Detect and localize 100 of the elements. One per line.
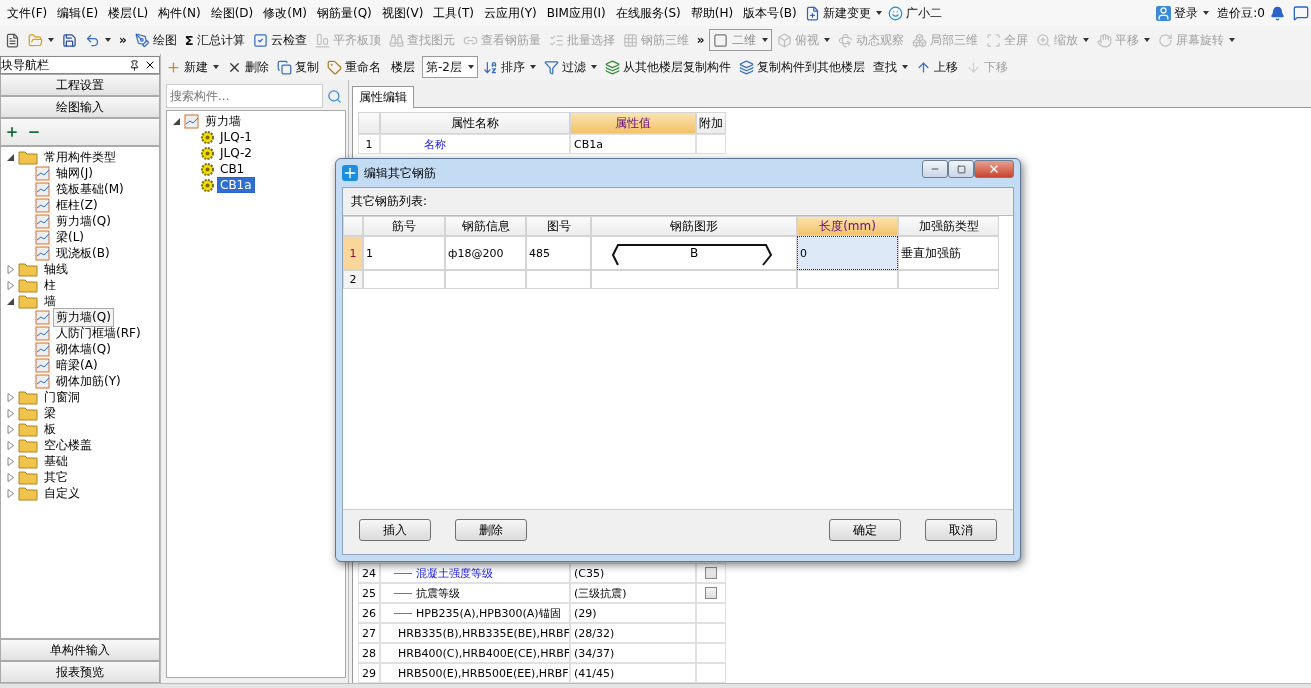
section-button[interactable]: 绘图输入 xyxy=(0,96,160,118)
column-header[interactable]: 钢筋图形 xyxy=(591,216,797,236)
table-cell[interactable] xyxy=(526,270,591,289)
toolbar-button[interactable]: 过滤 xyxy=(540,56,600,78)
property-value[interactable]: (29) xyxy=(570,603,696,623)
table-cell[interactable]: 0 xyxy=(797,236,898,270)
section-button[interactable]: 工程设置 xyxy=(0,74,160,96)
table-cell[interactable]: 1 xyxy=(363,236,445,270)
menu-item[interactable]: 在线服务(S) xyxy=(610,4,686,22)
toolbar-button[interactable]: 查找 xyxy=(869,56,911,78)
column-header[interactable]: 图号 xyxy=(526,216,591,236)
bell-icon[interactable] xyxy=(1270,5,1285,21)
maximize-button[interactable] xyxy=(948,160,974,178)
close-button[interactable] xyxy=(974,160,1014,178)
table-cell[interactable] xyxy=(363,270,445,289)
table-cell[interactable]: 485 xyxy=(526,236,591,270)
dialog-button[interactable]: 插入 xyxy=(359,519,431,541)
menu-item[interactable]: 工具(T) xyxy=(428,4,480,22)
property-value[interactable]: (34/37) xyxy=(570,643,696,663)
toolbar-button[interactable]: 删除 xyxy=(224,56,272,78)
tree-item[interactable]: 剪力墙(Q) xyxy=(53,307,114,327)
tab[interactable]: 属性编辑 xyxy=(352,86,414,108)
checkbox[interactable] xyxy=(705,587,717,599)
tree-item[interactable]: JLQ-2 xyxy=(217,145,255,161)
expand-all-icon[interactable] xyxy=(5,125,19,139)
menu-item[interactable]: 楼层(L) xyxy=(103,4,154,22)
view-select[interactable]: 第-2层 xyxy=(422,56,478,78)
column-header[interactable]: 属性值 xyxy=(570,112,696,134)
expanded-arrow-icon[interactable] xyxy=(173,116,181,126)
menu-item[interactable]: 版本号(B) xyxy=(738,4,802,22)
overflow-button[interactable]: » xyxy=(693,31,708,49)
collapsed-arrow-icon[interactable] xyxy=(7,472,15,482)
menu-item[interactable]: 构件(N) xyxy=(153,4,206,22)
property-value[interactable]: (28/32) xyxy=(570,623,696,643)
property-value[interactable]: (三级抗震) xyxy=(570,583,696,603)
table-cell[interactable] xyxy=(445,270,526,289)
collapsed-arrow-icon[interactable] xyxy=(7,456,15,466)
login-button[interactable]: 登录 xyxy=(1153,2,1213,24)
property-value[interactable]: CB1a xyxy=(570,134,696,154)
row-number[interactable]: 2 xyxy=(343,270,363,289)
menu-button[interactable]: 新建变更 xyxy=(801,2,885,24)
tree-item[interactable]: 剪力墙 xyxy=(202,111,244,131)
table-cell[interactable] xyxy=(797,270,898,289)
table-cell[interactable]: ф18@200 xyxy=(445,236,526,270)
table-cell[interactable] xyxy=(591,270,797,289)
collapsed-arrow-icon[interactable] xyxy=(7,392,15,402)
toolbar-button[interactable]: 复制 xyxy=(274,56,322,78)
property-value[interactable]: (41/45) xyxy=(570,663,696,683)
column-header[interactable]: 加强筋类型 xyxy=(898,216,999,236)
table-cell[interactable] xyxy=(898,270,999,289)
search-icon[interactable] xyxy=(327,88,342,104)
column-header[interactable]: 属性名称 xyxy=(380,112,570,134)
column-header[interactable]: 长度(mm) xyxy=(797,216,898,236)
column-header[interactable]: 附加 xyxy=(696,112,726,134)
menu-button[interactable]: 广小二 xyxy=(884,2,945,24)
tree-item[interactable]: CB1 xyxy=(217,161,248,177)
checkbox[interactable] xyxy=(705,567,717,579)
property-value[interactable]: (C35) xyxy=(570,563,696,583)
menu-item[interactable]: 绘图(D) xyxy=(205,4,259,22)
toolbar-button[interactable]: 绘图 xyxy=(131,29,180,51)
menu-item[interactable]: 文件(F) xyxy=(2,4,53,22)
pin-icon[interactable] xyxy=(129,59,140,71)
toolbar-button[interactable]: 复制构件到其他楼层 xyxy=(735,56,868,78)
toolbar-button[interactable]: 云检查 xyxy=(249,29,310,51)
row-number[interactable]: 1 xyxy=(343,236,363,270)
collapsed-arrow-icon[interactable] xyxy=(7,424,15,434)
menu-item[interactable]: 编辑(E) xyxy=(52,4,104,22)
menu-item[interactable]: BIM应用(I) xyxy=(541,4,611,22)
collapsed-arrow-icon[interactable] xyxy=(7,488,15,498)
toolbar-button[interactable]: 从其他楼层复制构件 xyxy=(601,56,734,78)
column-header[interactable]: 钢筋信息 xyxy=(445,216,526,236)
chat-icon[interactable] xyxy=(1293,5,1309,21)
collapsed-arrow-icon[interactable] xyxy=(7,264,15,274)
menu-item[interactable]: 云应用(Y) xyxy=(479,4,542,22)
expanded-arrow-icon[interactable] xyxy=(7,152,15,162)
collapsed-arrow-icon[interactable] xyxy=(7,440,15,450)
column-header[interactable]: 筋号 xyxy=(363,216,445,236)
toolbar-button[interactable]: 排序 xyxy=(479,56,539,78)
toolbar-button[interactable]: Σ 汇总计算 xyxy=(181,29,248,51)
menu-item[interactable]: 钢筋量(Q) xyxy=(311,4,377,22)
toolbar-button[interactable]: 上移 xyxy=(912,56,961,78)
table-cell[interactable]: 垂直加强筋 xyxy=(898,236,999,270)
search-field[interactable]: 搜索构件... xyxy=(166,84,323,108)
menu-item[interactable]: 视图(V) xyxy=(376,4,429,22)
toolbar-button[interactable]: 重命名 xyxy=(324,56,384,78)
menu-item[interactable]: 帮助(H) xyxy=(685,4,739,22)
expanded-arrow-icon[interactable] xyxy=(7,296,15,306)
tree-item[interactable]: JLQ-1 xyxy=(217,129,255,145)
dialog-button[interactable]: 取消 xyxy=(925,519,997,541)
tree-item[interactable]: CB1a xyxy=(217,177,255,193)
section-button[interactable]: 单构件输入 xyxy=(0,639,160,661)
collapsed-arrow-icon[interactable] xyxy=(7,280,15,290)
dialog-button[interactable]: 确定 xyxy=(829,519,901,541)
menu-item[interactable]: 修改(M) xyxy=(258,4,312,22)
dialog-button[interactable]: 删除 xyxy=(455,519,527,541)
minimize-button[interactable] xyxy=(922,160,948,178)
section-button[interactable]: 报表预览 xyxy=(0,661,160,683)
collapsed-arrow-icon[interactable] xyxy=(7,408,15,418)
toolbar-button[interactable]: 新建 xyxy=(163,56,222,78)
close-icon[interactable] xyxy=(144,59,156,71)
